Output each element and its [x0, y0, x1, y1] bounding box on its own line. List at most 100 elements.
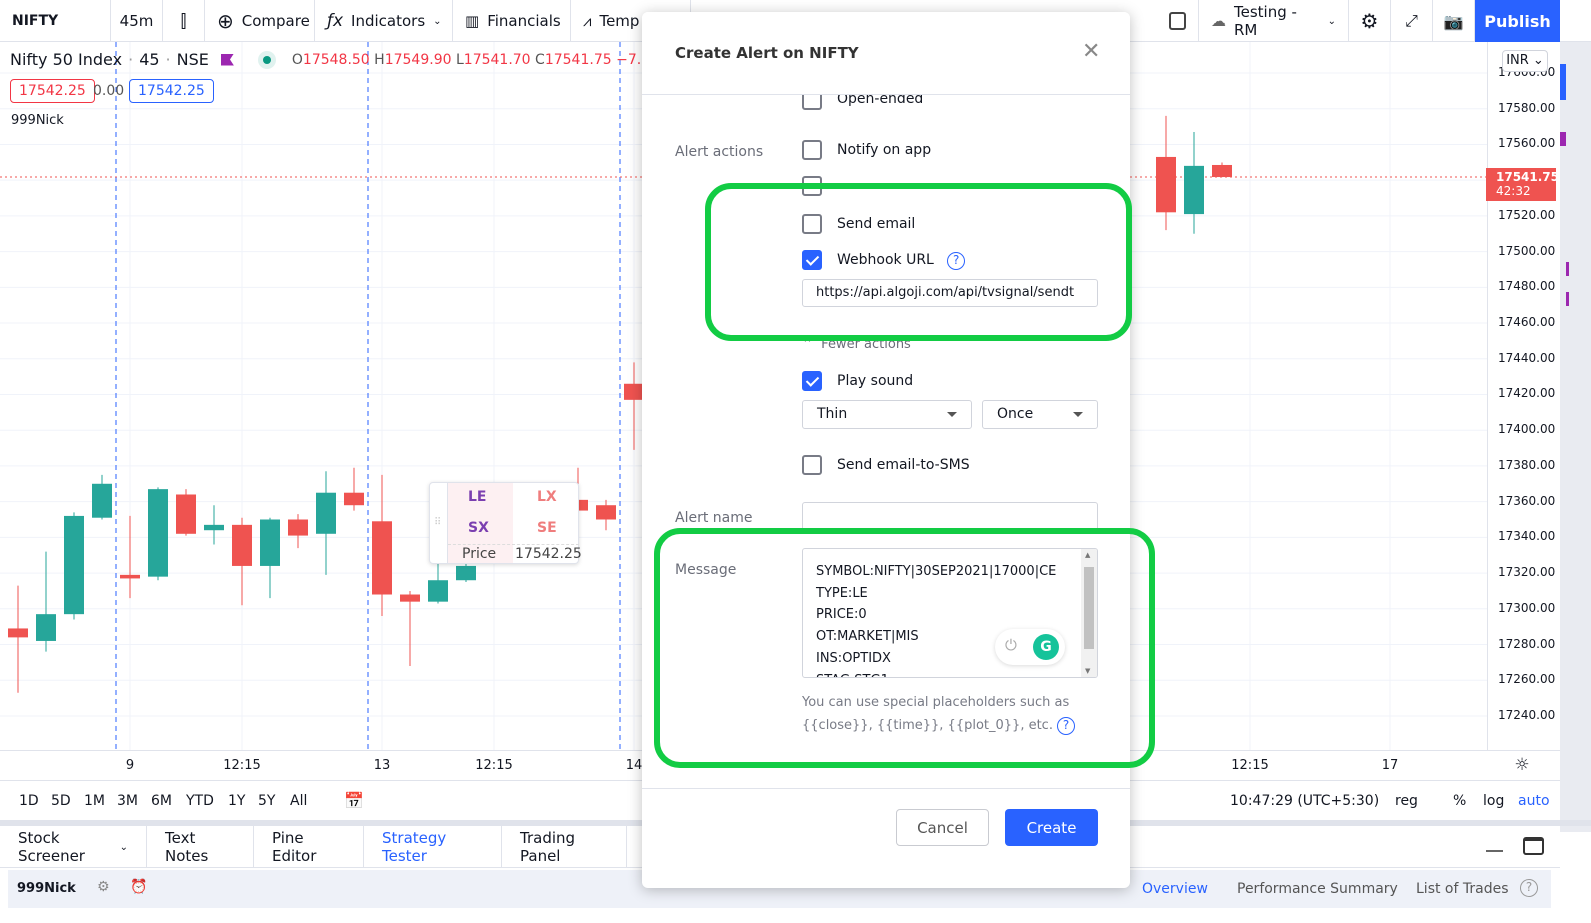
- symbol-search-button[interactable]: NIFTY: [0, 0, 111, 42]
- chevron-down-icon: ⌄: [119, 841, 128, 853]
- chart-type-button[interactable]: ⫿: [163, 0, 205, 42]
- tab-performance-summary[interactable]: Performance Summary: [1237, 881, 1398, 897]
- square-icon: [1169, 12, 1186, 30]
- chevron-up-icon: ⌃: [802, 337, 813, 352]
- range-6m[interactable]: 6M: [151, 793, 172, 809]
- message-line: SYMBOL:NIFTY|30SEP2021|17000|CE: [816, 564, 1057, 579]
- percent-toggle[interactable]: %: [1453, 793, 1466, 809]
- signal-lx: LX: [537, 489, 557, 505]
- indicator-legend[interactable]: 999Nick: [11, 113, 64, 128]
- grammarly-widget[interactable]: ⏻ G: [995, 629, 1065, 665]
- tab-stock-screener[interactable]: Stock Screener ⌄: [0, 826, 147, 868]
- price-tick: 17260.00: [1498, 672, 1556, 687]
- buy-price-button[interactable]: 17542.25: [129, 79, 214, 103]
- clock[interactable]: 10:47:29 (UTC+5:30): [1230, 793, 1379, 809]
- price-tick: 17320.00: [1498, 565, 1556, 580]
- price-tick: 17300.00: [1498, 600, 1556, 615]
- email-to-sms-checkbox[interactable]: [802, 455, 822, 475]
- alert-name-input[interactable]: [802, 502, 1098, 532]
- currency-select[interactable]: INR ⌄: [1502, 50, 1548, 72]
- chevron-down-icon: ⌄: [433, 15, 442, 27]
- sound-select[interactable]: Thin: [802, 400, 972, 429]
- tab-trading-panel[interactable]: Trading Panel: [502, 826, 627, 868]
- range-1d[interactable]: 1D: [19, 793, 39, 809]
- maximize-panel-button[interactable]: [1523, 837, 1544, 855]
- interval-button[interactable]: 45m: [111, 0, 163, 42]
- tab-list-of-trades[interactable]: List of Trades: [1416, 881, 1509, 897]
- price-tick: 17480.00: [1498, 279, 1556, 294]
- layout-name-button[interactable]: ☁ Testing - RM ⌄: [1199, 0, 1349, 42]
- help-icon[interactable]: ?: [1057, 717, 1076, 735]
- help-icon[interactable]: ?: [947, 252, 966, 270]
- range-1y[interactable]: 1Y: [228, 793, 245, 809]
- alert-name-label: Alert name: [675, 510, 753, 526]
- price-axis[interactable]: INR ⌄ 17541.75 42:32 17600.00 17580.00 1756…: [1486, 42, 1560, 750]
- range-ytd[interactable]: YTD: [186, 793, 214, 809]
- candles-icon: ⫿: [180, 10, 187, 32]
- create-button[interactable]: Create: [1005, 809, 1098, 846]
- fullscreen-button[interactable]: ⤢: [1391, 0, 1433, 42]
- minimize-panel-button[interactable]: [1486, 850, 1503, 852]
- price-tick: 17280.00: [1498, 636, 1556, 651]
- axis-settings-icon[interactable]: ☼: [1514, 755, 1529, 775]
- symbol-legend: Nifty 50 Index · 45 · NSE O17548.50 H17549…: [10, 50, 703, 69]
- strategy-settings-icon[interactable]: ⚙: [97, 879, 110, 895]
- go-to-date-icon[interactable]: 📅: [344, 791, 364, 810]
- help-icon[interactable]: ?: [1520, 879, 1538, 897]
- fewer-actions-toggle[interactable]: ⌃ Fewer actions: [802, 337, 911, 352]
- send-email-checkbox[interactable]: [802, 214, 822, 234]
- close-button[interactable]: ✕: [1082, 39, 1100, 64]
- financials-button[interactable]: ▥ Financials: [453, 0, 571, 42]
- indicators-label: Indicators: [351, 12, 426, 30]
- snapshot-button[interactable]: 📷: [1433, 0, 1475, 42]
- message-label: Message: [675, 562, 737, 578]
- publish-label: Publish: [1484, 11, 1551, 31]
- signal-se: SE: [537, 520, 557, 536]
- show-popup-checkbox[interactable]: [802, 176, 822, 196]
- indicators-button[interactable]: ƒx Indicators ⌄: [315, 0, 453, 42]
- range-1m[interactable]: 1M: [84, 793, 105, 809]
- candle-body: [344, 492, 364, 506]
- candle-body: [400, 594, 420, 602]
- tab-strategy-tester[interactable]: Strategy Tester: [364, 826, 502, 868]
- range-5d[interactable]: 5D: [51, 793, 71, 809]
- spread-value: 0.00: [93, 83, 125, 99]
- sell-price-button[interactable]: 17542.25: [10, 79, 95, 103]
- cancel-button[interactable]: Cancel: [896, 809, 989, 846]
- sound-repeat-select[interactable]: Once: [982, 400, 1098, 429]
- log-toggle[interactable]: log: [1483, 793, 1504, 809]
- strategy-name: 999Nick: [17, 881, 76, 896]
- compare-button[interactable]: ⊕ Compare: [205, 0, 315, 42]
- drag-handle-icon[interactable]: ⠿: [430, 483, 448, 563]
- publish-button[interactable]: Publish: [1475, 0, 1560, 42]
- play-sound-label: Play sound: [837, 373, 914, 389]
- range-3m[interactable]: 3M: [117, 793, 138, 809]
- templates-icon: ⩘: [583, 12, 592, 30]
- price-tick: 17240.00: [1498, 707, 1556, 722]
- fullscreen-icon: ⤢: [1405, 11, 1418, 30]
- message-textarea[interactable]: SYMBOL:NIFTY|30SEP2021|17000|CE TYPE:LE PR…: [802, 548, 1098, 678]
- add-alert-icon[interactable]: ⏰: [130, 879, 147, 895]
- play-sound-checkbox[interactable]: [802, 371, 822, 391]
- webhook-url-input[interactable]: https://api.algoji.com/api/tvsignal/send…: [802, 279, 1098, 307]
- financials-label: Financials: [487, 12, 561, 30]
- tab-overview[interactable]: Overview: [1142, 881, 1208, 897]
- chevron-down-icon: ⌄: [1327, 15, 1336, 27]
- range-all[interactable]: All: [290, 793, 307, 809]
- session-toggle[interactable]: reg: [1395, 793, 1418, 809]
- settings-button[interactable]: ⚙: [1349, 0, 1391, 42]
- price-tick: 17580.00: [1498, 100, 1556, 115]
- symbol-label: NIFTY: [12, 13, 59, 29]
- time-tick: 12:15: [1231, 758, 1269, 773]
- notify-on-app-checkbox[interactable]: [802, 140, 822, 160]
- range-5y[interactable]: 5Y: [258, 793, 275, 809]
- flag-icon[interactable]: [220, 53, 234, 66]
- select-layout-button[interactable]: [1157, 0, 1199, 42]
- tab-text-notes[interactable]: Text Notes: [147, 826, 254, 868]
- scrollbar[interactable]: ▲ ▼: [1081, 549, 1097, 677]
- candle-body: [232, 524, 252, 566]
- power-icon: ⏻: [1005, 636, 1017, 654]
- webhook-url-checkbox[interactable]: [802, 250, 822, 270]
- auto-toggle[interactable]: auto: [1518, 793, 1550, 809]
- tab-pine-editor[interactable]: Pine Editor: [254, 826, 364, 868]
